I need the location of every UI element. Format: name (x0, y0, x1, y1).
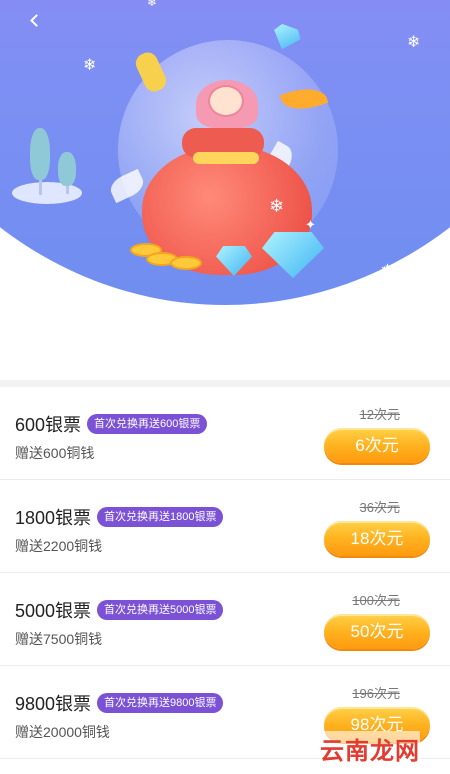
buy-button[interactable]: 50次元 (324, 614, 430, 649)
snow-hill (12, 182, 82, 204)
bonus-text: 赠送20000铜钱 (15, 724, 110, 740)
coin-icon (170, 256, 202, 270)
original-price: 100次元 (352, 593, 400, 608)
snowflake-icon: ❄ (147, 0, 158, 9)
snowflake-icon: ❄ (380, 261, 396, 281)
lucky-bag-band (193, 152, 259, 164)
package-list: 600银票 首次兑换再送600银票 赠送600铜钱 12次元 6次元 1800银… (0, 387, 450, 759)
bonus-text: 赠送7500铜钱 (15, 631, 103, 647)
package-item: 5000银票 首次兑换再送5000银票 赠送7500铜钱 100次元 50次元 (0, 573, 450, 666)
package-title: 1800银票 (15, 508, 92, 528)
chevron-left-icon (29, 13, 43, 27)
original-price: 196次元 (352, 686, 400, 701)
snowflake-icon: ❄ (83, 57, 97, 74)
bonus-text: 赠送600铜钱 (15, 445, 95, 461)
buy-button[interactable]: 6次元 (324, 428, 430, 463)
first-exchange-badge: 首次兑换再送5000银票 (97, 600, 224, 620)
snowflake-icon: ❄ (269, 196, 285, 216)
bonus-text: 赠送2200铜钱 (15, 538, 103, 554)
first-exchange-badge: 首次兑换再送600银票 (87, 414, 208, 434)
sparkle-icon: ✦ (305, 217, 316, 232)
first-exchange-badge: 首次兑换再送9800银票 (97, 693, 224, 713)
tree (30, 128, 50, 180)
package-title: 600银票 (15, 415, 82, 435)
package-title: 9800银票 (15, 694, 92, 714)
tree (58, 152, 76, 186)
mascot-face (208, 85, 244, 117)
package-item: 600银票 首次兑换再送600银票 赠送600铜钱 12次元 6次元 (0, 387, 450, 480)
snowflake-icon: ❄ (407, 34, 421, 51)
first-exchange-badge: 首次兑换再送1800银票 (97, 507, 224, 527)
package-item: 1800银票 首次兑换再送1800银票 赠送2200铜钱 36次元 18次元 (0, 480, 450, 573)
back-button[interactable] (22, 8, 46, 32)
package-title: 5000银票 (15, 601, 92, 621)
buy-button[interactable]: 18次元 (324, 521, 430, 556)
watermark: 云南龙网 (320, 731, 420, 766)
original-price: 12次元 (359, 407, 400, 422)
header-banner: ❄ ❄ ❄ ❄ ❄ ✦ (0, 0, 450, 385)
original-price: 36次元 (359, 500, 400, 515)
section-divider (0, 380, 450, 387)
